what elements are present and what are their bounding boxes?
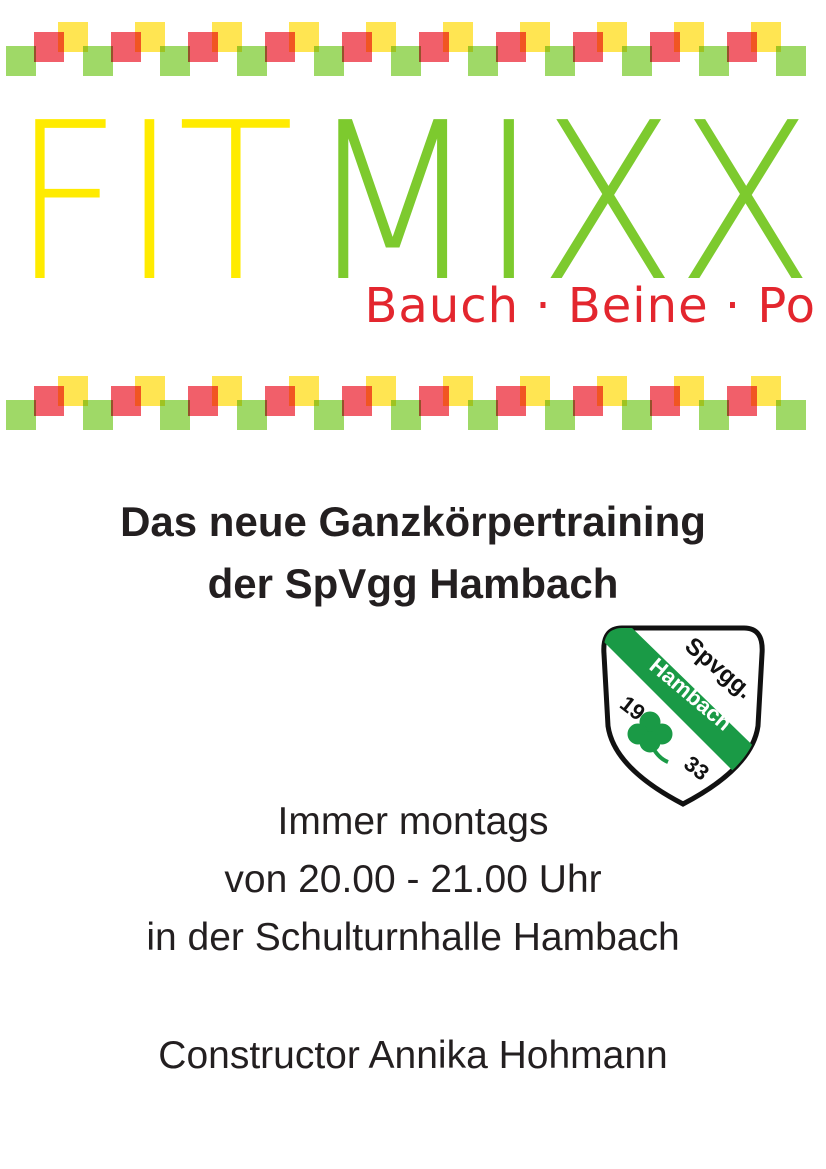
tagline-separator: ·: [535, 278, 552, 334]
decorative-square: [545, 400, 575, 430]
info-schedule-day: Immer montags: [277, 800, 549, 843]
decorative-square: [699, 46, 729, 76]
tagline-separator: ·: [724, 278, 742, 334]
decorative-square: [776, 400, 806, 430]
decorative-square: [83, 400, 113, 430]
decorative-square: [6, 400, 36, 430]
decorative-square: [160, 400, 190, 430]
decorative-square: [545, 46, 575, 76]
decorative-square: [237, 46, 267, 76]
decorative-square: [622, 46, 652, 76]
info-location: in der Schulturnhalle Hambach: [146, 916, 680, 959]
info-schedule-time: von 20.00 - 21.00 Uhr: [224, 858, 602, 901]
decorative-square: [391, 400, 421, 430]
logo-word-fit: FIT: [12, 100, 294, 290]
headline-line-2: der SpVgg Hambach: [207, 560, 619, 607]
decorative-squares-bottom: [0, 374, 826, 434]
fitmixx-logo: FIT MIXX: [0, 100, 826, 290]
fitmixx-wordmark: FIT MIXX: [12, 100, 814, 290]
decorative-square: [83, 46, 113, 76]
tagline-word-beine: Beine: [567, 278, 709, 334]
squares-pattern-bottom: [6, 376, 806, 430]
decorative-square: [6, 46, 36, 76]
info-instructor: Constructor Annika Hohmann: [158, 1034, 668, 1077]
squares-pattern-top: [6, 22, 806, 76]
tagline-word-bauch: Bauch: [364, 278, 520, 334]
decorative-square: [391, 46, 421, 76]
decorative-square: [314, 400, 344, 430]
club-crest: Hambach Spvgg. 19 33: [598, 618, 768, 810]
decorative-square: [237, 400, 267, 430]
headline-line-1: Das neue Ganzkörpertraining: [120, 498, 706, 545]
logo-tagline: Bauch · Beine · Po: [0, 278, 816, 334]
decorative-square: [160, 46, 190, 76]
decorative-square: [776, 46, 806, 76]
decorative-square: [314, 46, 344, 76]
decorative-square: [468, 46, 498, 76]
decorative-square: [699, 400, 729, 430]
decorative-squares-top: [0, 20, 826, 80]
decorative-square: [622, 400, 652, 430]
tagline-word-po: Po: [757, 278, 816, 334]
crest-emblem: Hambach Spvgg. 19 33: [601, 625, 765, 807]
decorative-square: [468, 400, 498, 430]
logo-word-mixx: MIXX: [306, 100, 814, 290]
